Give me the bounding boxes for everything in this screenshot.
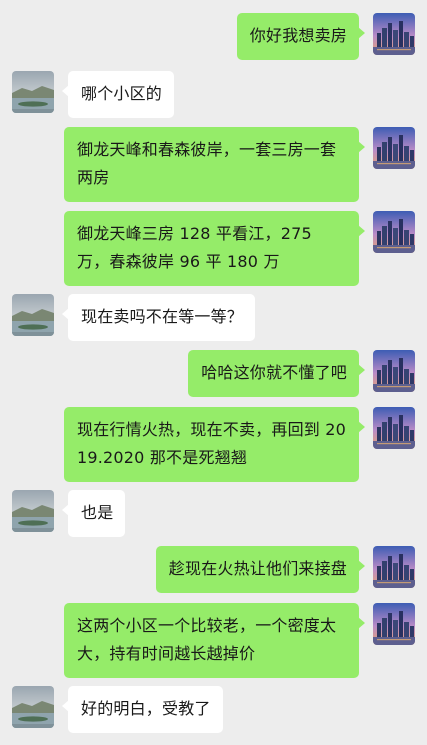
message-bubble-sent[interactable]: 御龙天峰三房 128 平看江，275 万，春森彼岸 96 平 180 万 <box>64 211 365 286</box>
message-bubble-sent[interactable]: 御龙天峰和春森彼岸，一套三房一套两房 <box>64 127 365 202</box>
message-bubble-received[interactable]: 也是 <box>61 490 126 537</box>
my-avatar[interactable] <box>373 13 415 55</box>
message-bubble-sent[interactable]: 趁现在火热让他们来接盘 <box>155 546 366 593</box>
message-bubble-received[interactable]: 现在卖吗不在等一等？ <box>61 294 256 341</box>
my-avatar[interactable] <box>373 603 415 645</box>
my-avatar[interactable] <box>373 350 415 392</box>
message-bubble-sent[interactable]: 现在行情火热，现在不卖，再回到 2019.2020 那不是死翘翘 <box>64 407 365 482</box>
my-avatar[interactable] <box>373 127 415 169</box>
contact-avatar[interactable] <box>12 71 54 113</box>
message-bubble-sent[interactable]: 你好我想卖房 <box>236 13 366 60</box>
contact-avatar[interactable] <box>12 490 54 532</box>
my-avatar[interactable] <box>373 211 415 253</box>
message-bubble-sent[interactable]: 这两个小区一个比较老，一个密度太大，持有时间越长越掉价 <box>64 603 365 678</box>
contact-avatar[interactable] <box>12 686 54 728</box>
contact-avatar[interactable] <box>12 294 54 336</box>
message-bubble-sent[interactable]: 哈哈这你就不懂了吧 <box>188 350 365 397</box>
message-bubble-received[interactable]: 哪个小区的 <box>61 71 175 118</box>
message-bubble-received[interactable]: 好的明白，受教了 <box>62 686 223 733</box>
my-avatar[interactable] <box>373 546 415 588</box>
my-avatar[interactable] <box>373 407 415 449</box>
